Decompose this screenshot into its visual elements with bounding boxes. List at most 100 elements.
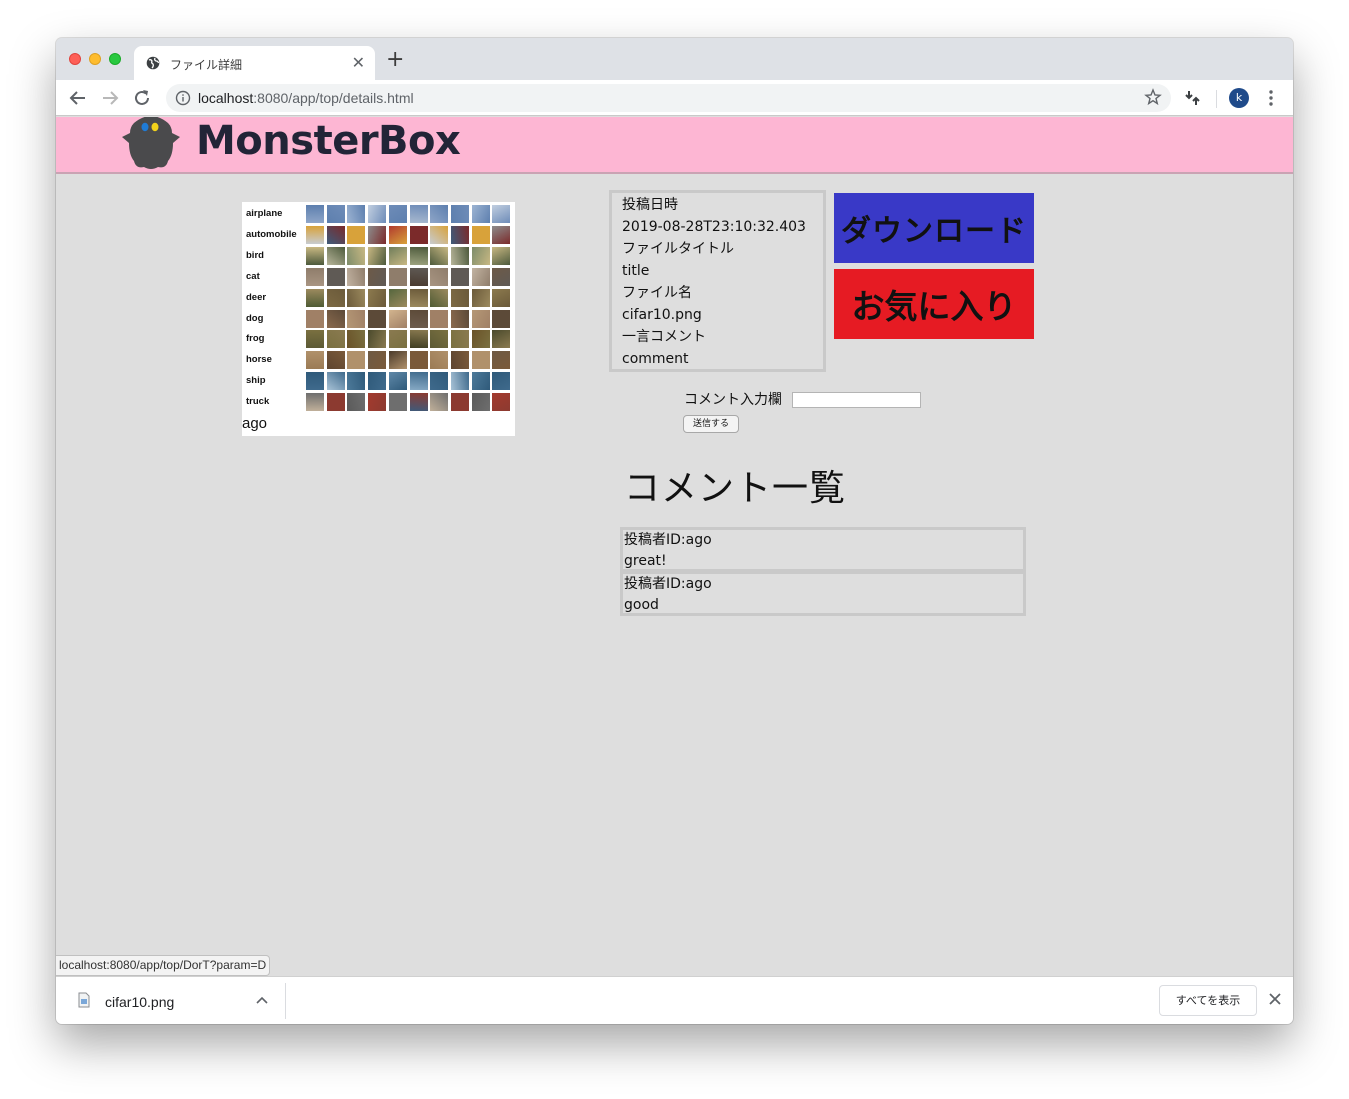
download-shelf: cifar10.png すべてを表示 — [56, 976, 1293, 1024]
thumbnail-cat — [347, 267, 366, 286]
thumbnail-deer — [471, 288, 490, 307]
minimize-window-button[interactable] — [89, 53, 101, 65]
address-bar[interactable]: localhost:8080/app/top/details.html — [166, 84, 1171, 112]
tab-active[interactable]: ファイル詳細 ✕ — [134, 46, 375, 80]
owner-id: ago — [242, 415, 268, 432]
thumbnail-bird — [409, 246, 428, 265]
thumbnail-truck — [388, 393, 407, 412]
downloaded-file-name[interactable]: cifar10.png — [105, 994, 174, 1010]
monster-logo-icon[interactable] — [120, 117, 182, 171]
thumbnail-bird — [450, 246, 469, 265]
thumbnail-frog — [492, 330, 511, 349]
thumbnail-horse — [326, 351, 345, 370]
comment-author: 投稿者ID:ago — [624, 576, 712, 592]
thumbnail-airplane — [450, 205, 469, 223]
back-arrow-icon[interactable] — [67, 87, 89, 109]
thumbnail-dog — [492, 309, 511, 328]
thumbnail-ship — [388, 372, 407, 391]
class-label-cat: cat — [246, 270, 260, 282]
thumbnail-deer — [430, 288, 449, 307]
thumbnail-horse — [430, 351, 449, 370]
thumbnail-cat — [368, 267, 387, 286]
thumbnail-automobile — [368, 225, 387, 244]
globe-icon — [146, 56, 160, 70]
thumbnail-bird — [306, 246, 324, 265]
thumbnail-deer — [306, 288, 324, 307]
thumbnail-cat — [326, 267, 345, 286]
comment-list-title: コメント一覧 — [624, 468, 847, 509]
comment-input[interactable] — [792, 392, 921, 408]
page-viewport: MonsterBox airplane automobile bird cat deer… — [56, 117, 1293, 976]
bookmark-star-icon[interactable] — [1144, 88, 1162, 106]
thumbnail-frog — [306, 330, 324, 349]
thumbnail-frog — [450, 330, 469, 349]
comment-author: 投稿者ID:ago — [624, 532, 712, 548]
brand-title[interactable]: MonsterBox — [196, 117, 461, 165]
show-all-downloads-button[interactable]: すべてを表示 — [1159, 985, 1257, 1016]
chevron-up-icon[interactable] — [256, 995, 268, 1005]
file-preview-image: airplane automobile bird cat deer dog frog hors… — [242, 202, 515, 436]
comment-text: great! — [624, 553, 667, 569]
thumbnail-airplane — [492, 205, 511, 223]
thumbnail-automobile — [409, 225, 428, 244]
favorite-button[interactable]: お気に入り — [834, 269, 1034, 339]
thumbnail-horse — [306, 351, 324, 370]
thumbnail-dog — [347, 309, 366, 328]
thumbnail-frog — [430, 330, 449, 349]
thumbnail-dog — [306, 309, 324, 328]
thumbnail-truck — [450, 393, 469, 412]
thumbnail-automobile — [306, 225, 324, 244]
class-label-bird: bird — [246, 249, 264, 261]
reload-icon[interactable] — [131, 87, 153, 109]
comment-item: 投稿者ID:ago great! — [620, 527, 1026, 572]
class-label-automobile: automobile — [246, 228, 297, 240]
comment-input-label: コメント入力欄 — [684, 392, 782, 408]
tab-close-icon[interactable]: ✕ — [352, 53, 365, 72]
thumbnail-truck — [492, 393, 511, 412]
thumbnail-truck — [409, 393, 428, 412]
thumbnail-horse — [388, 351, 407, 370]
thumbnail-dog — [450, 309, 469, 328]
download-button[interactable]: ダウンロード — [834, 193, 1034, 263]
thumbnail-deer — [368, 288, 387, 307]
send-comment-button[interactable]: 送信する — [683, 415, 739, 433]
toolbar-divider — [1216, 90, 1217, 108]
thumbnail-deer — [450, 288, 469, 307]
thumbnail-bird — [430, 246, 449, 265]
maximize-window-button[interactable] — [109, 53, 121, 65]
thumbnail-bird — [388, 246, 407, 265]
new-tab-icon[interactable]: + — [386, 49, 404, 71]
tab-strip: ファイル詳細 ✕ + — [56, 38, 1293, 80]
file-title-label: ファイルタイトル — [622, 241, 734, 257]
file-title-value: title — [622, 263, 650, 279]
thumbnail-truck — [326, 393, 345, 412]
thumbnail-horse — [471, 351, 490, 370]
thumbnail-automobile — [492, 225, 511, 244]
thumbnail-cat — [430, 267, 449, 286]
thumbnail-airplane — [409, 205, 428, 223]
profile-avatar[interactable]: k — [1229, 88, 1249, 108]
file-info-box: 投稿日時 2019-08-28T23:10:32.403 ファイルタイトル ti… — [609, 190, 826, 372]
close-icon[interactable] — [1268, 992, 1282, 1006]
extension-icon[interactable] — [1184, 89, 1202, 107]
more-menu-icon[interactable] — [1264, 88, 1278, 108]
thumbnail-ship — [492, 372, 511, 391]
info-icon[interactable] — [175, 90, 191, 106]
thumbnail-airplane — [388, 205, 407, 223]
thumbnail-airplane — [471, 205, 490, 223]
thumbnail-automobile — [430, 225, 449, 244]
class-label-frog: frog — [246, 333, 265, 345]
thumbnail-dog — [388, 309, 407, 328]
thumbnail-ship — [306, 372, 324, 391]
class-label-truck: truck — [246, 396, 270, 408]
thumbnail-horse — [492, 351, 511, 370]
thumbnail-horse — [409, 351, 428, 370]
comment-item: 投稿者ID:ago good — [620, 571, 1026, 616]
class-label-airplane: airplane — [246, 208, 283, 219]
thumbnail-ship — [430, 372, 449, 391]
forward-arrow-icon[interactable] — [99, 87, 121, 109]
thumbnail-frog — [326, 330, 345, 349]
close-window-button[interactable] — [69, 53, 81, 65]
thumbnail-dog — [430, 309, 449, 328]
thumbnail-dog — [326, 309, 345, 328]
